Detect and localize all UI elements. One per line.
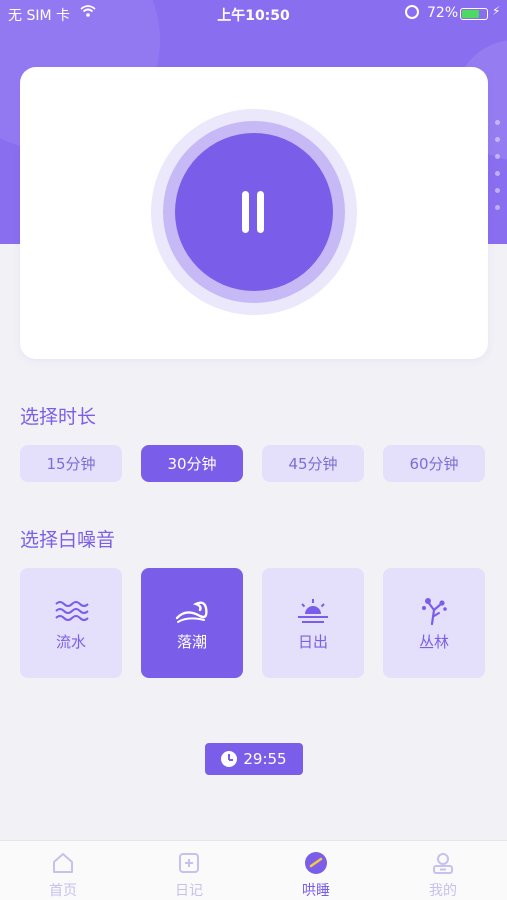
tide-wave-icon: [175, 601, 208, 623]
tab-diary[interactable]: 日记: [126, 841, 252, 900]
home-icon: [53, 853, 73, 873]
duration-option-15[interactable]: 15分钟: [20, 445, 122, 482]
pause-icon: [242, 191, 266, 233]
jungle-tree-icon: [422, 598, 447, 626]
tab-label: 首页: [49, 883, 77, 899]
noise-option-water[interactable]: 流水: [20, 568, 122, 678]
player-card: [20, 67, 488, 359]
orientation-lock-icon: [405, 5, 419, 19]
tab-label: 哄睡: [302, 883, 330, 899]
remaining-time-badge: 29:55: [205, 743, 303, 775]
decor-dots: [495, 120, 501, 222]
noise-option-jungle[interactable]: 丛林: [383, 568, 485, 678]
tab-bar: 首页 日记 哄睡 我的: [0, 840, 507, 900]
remaining-time: 29:55: [243, 750, 287, 768]
duration-option-45[interactable]: 45分钟: [262, 445, 364, 482]
battery-percent: 72%: [427, 5, 459, 21]
noise-section-title: 选择白噪音: [20, 529, 116, 551]
noise-option-label: 丛林: [418, 633, 449, 651]
tab-sleep[interactable]: 哄睡: [253, 841, 379, 900]
charging-icon: ⚡: [492, 4, 501, 18]
noise-options: 流水 落潮 日出 丛林: [20, 568, 486, 678]
noise-option-label: 落潮: [176, 633, 207, 651]
tab-home[interactable]: 首页: [0, 841, 126, 900]
tab-profile[interactable]: 我的: [380, 841, 506, 900]
battery-icon: [460, 8, 488, 20]
pause-button[interactable]: [175, 133, 333, 291]
duration-section-title: 选择时长: [20, 406, 97, 428]
tab-label: 日记: [175, 883, 203, 899]
duration-options: 15分钟 30分钟 45分钟 60分钟: [20, 445, 486, 482]
sunrise-icon: [298, 599, 328, 623]
clock-icon: [221, 751, 238, 767]
noise-option-label: 日出: [297, 633, 328, 651]
noise-option-label: 流水: [55, 633, 86, 651]
status-bar: 无 SIM 卡 上午10:50 72% ⚡: [0, 0, 507, 28]
tab-label: 我的: [429, 883, 457, 899]
noise-option-tide[interactable]: 落潮: [141, 568, 243, 678]
noise-option-sunrise[interactable]: 日出: [262, 568, 364, 678]
duration-option-60[interactable]: 60分钟: [383, 445, 485, 482]
diary-icon: [179, 853, 199, 873]
water-waves-icon: [55, 601, 89, 621]
profile-icon: [433, 853, 453, 874]
duration-option-30[interactable]: 30分钟: [141, 445, 243, 482]
sleep-icon: [305, 852, 327, 874]
